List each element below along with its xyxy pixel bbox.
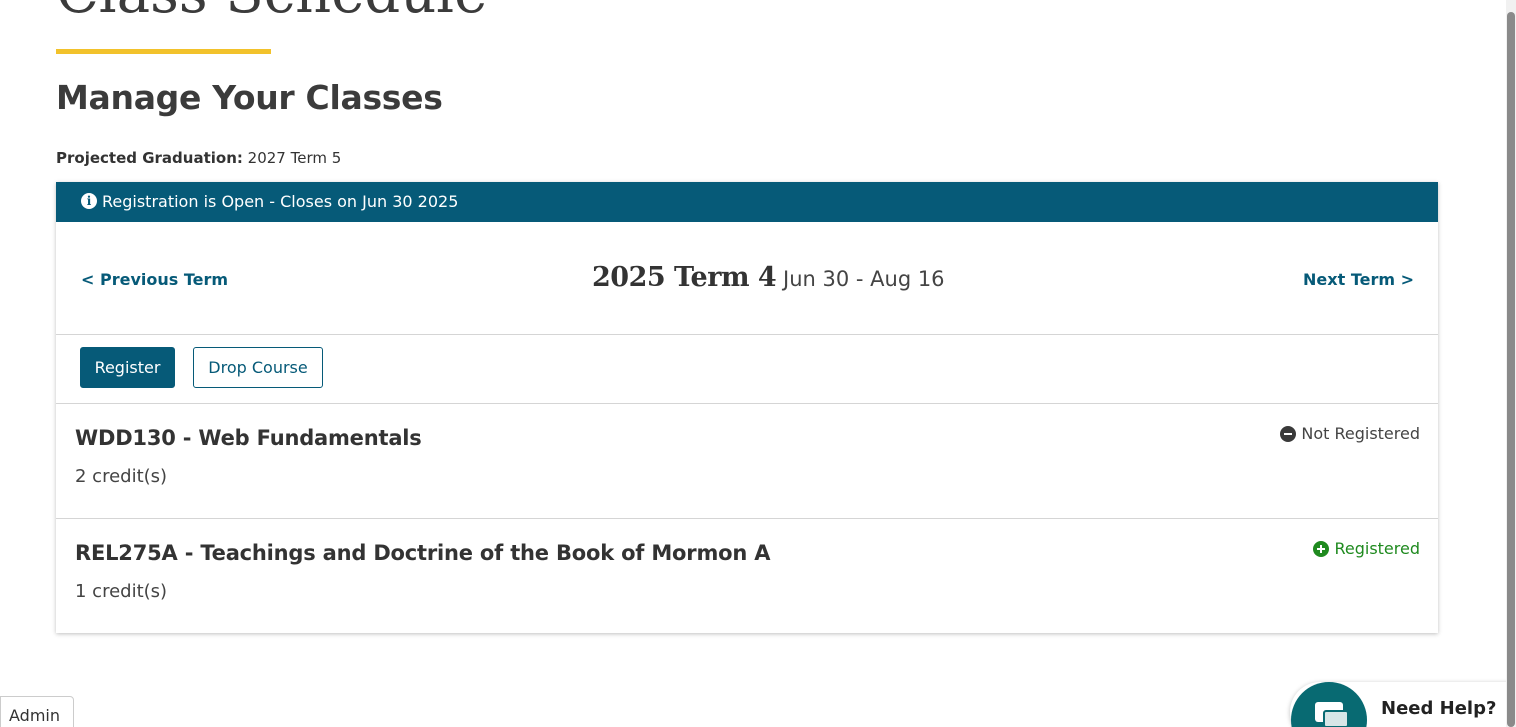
term-navigation: < Previous Term 2025 Term 4 Jun 30 - Aug… <box>56 222 1438 335</box>
action-bar: Register Drop Course <box>56 335 1438 404</box>
course-title: WDD130 - Web Fundamentals <box>75 426 422 450</box>
course-item: REL275A - Teachings and Doctrine of the … <box>56 519 1438 633</box>
projected-graduation-value: 2027 Term 5 <box>247 149 342 167</box>
next-term-link[interactable]: Next Term > <box>1303 270 1414 289</box>
section-heading: Manage Your Classes <box>56 78 443 117</box>
need-help-label: Need Help? <box>1381 698 1497 719</box>
need-help-button[interactable]: Need Help? <box>1290 682 1516 727</box>
scrollbar-thumb[interactable] <box>1507 12 1515 727</box>
course-title: REL275A - Teachings and Doctrine of the … <box>75 541 771 565</box>
schedule-card: i Registration is Open - Closes on Jun 3… <box>56 182 1438 633</box>
status-badge: Registered <box>1313 539 1420 558</box>
title-underline <box>56 49 271 54</box>
previous-term-link[interactable]: < Previous Term <box>81 270 228 289</box>
term-name: 2025 Term 4 <box>592 262 777 293</box>
chat-bubbles-icon <box>1291 682 1367 727</box>
course-credits: 1 credit(s) <box>75 581 168 602</box>
status-badge: Not Registered <box>1280 424 1420 443</box>
page-title: Class Schedule <box>56 0 487 26</box>
page: Class Schedule Manage Your Classes Proje… <box>0 0 1516 727</box>
status-text: Not Registered <box>1301 424 1420 443</box>
register-button[interactable]: Register <box>80 347 175 388</box>
projected-graduation: Projected Graduation: 2027 Term 5 <box>56 149 341 167</box>
status-text: Registered <box>1334 539 1420 558</box>
projected-graduation-label: Projected Graduation: <box>56 149 243 167</box>
minus-circle-icon <box>1280 425 1297 442</box>
drop-course-button[interactable]: Drop Course <box>193 347 323 388</box>
course-credits: 2 credit(s) <box>75 466 168 487</box>
registration-banner-text: Registration is Open - Closes on Jun 30 … <box>102 192 459 211</box>
page-scrollbar[interactable] <box>1506 0 1516 727</box>
term-dates: Jun 30 - Aug 16 <box>783 267 945 291</box>
admin-tab[interactable]: Admin <box>0 696 74 727</box>
registration-banner: i Registration is Open - Closes on Jun 3… <box>56 182 1438 222</box>
course-item: WDD130 - Web Fundamentals 2 credit(s) No… <box>56 404 1438 519</box>
plus-circle-icon <box>1313 540 1330 557</box>
info-circle-icon: i <box>81 193 97 209</box>
